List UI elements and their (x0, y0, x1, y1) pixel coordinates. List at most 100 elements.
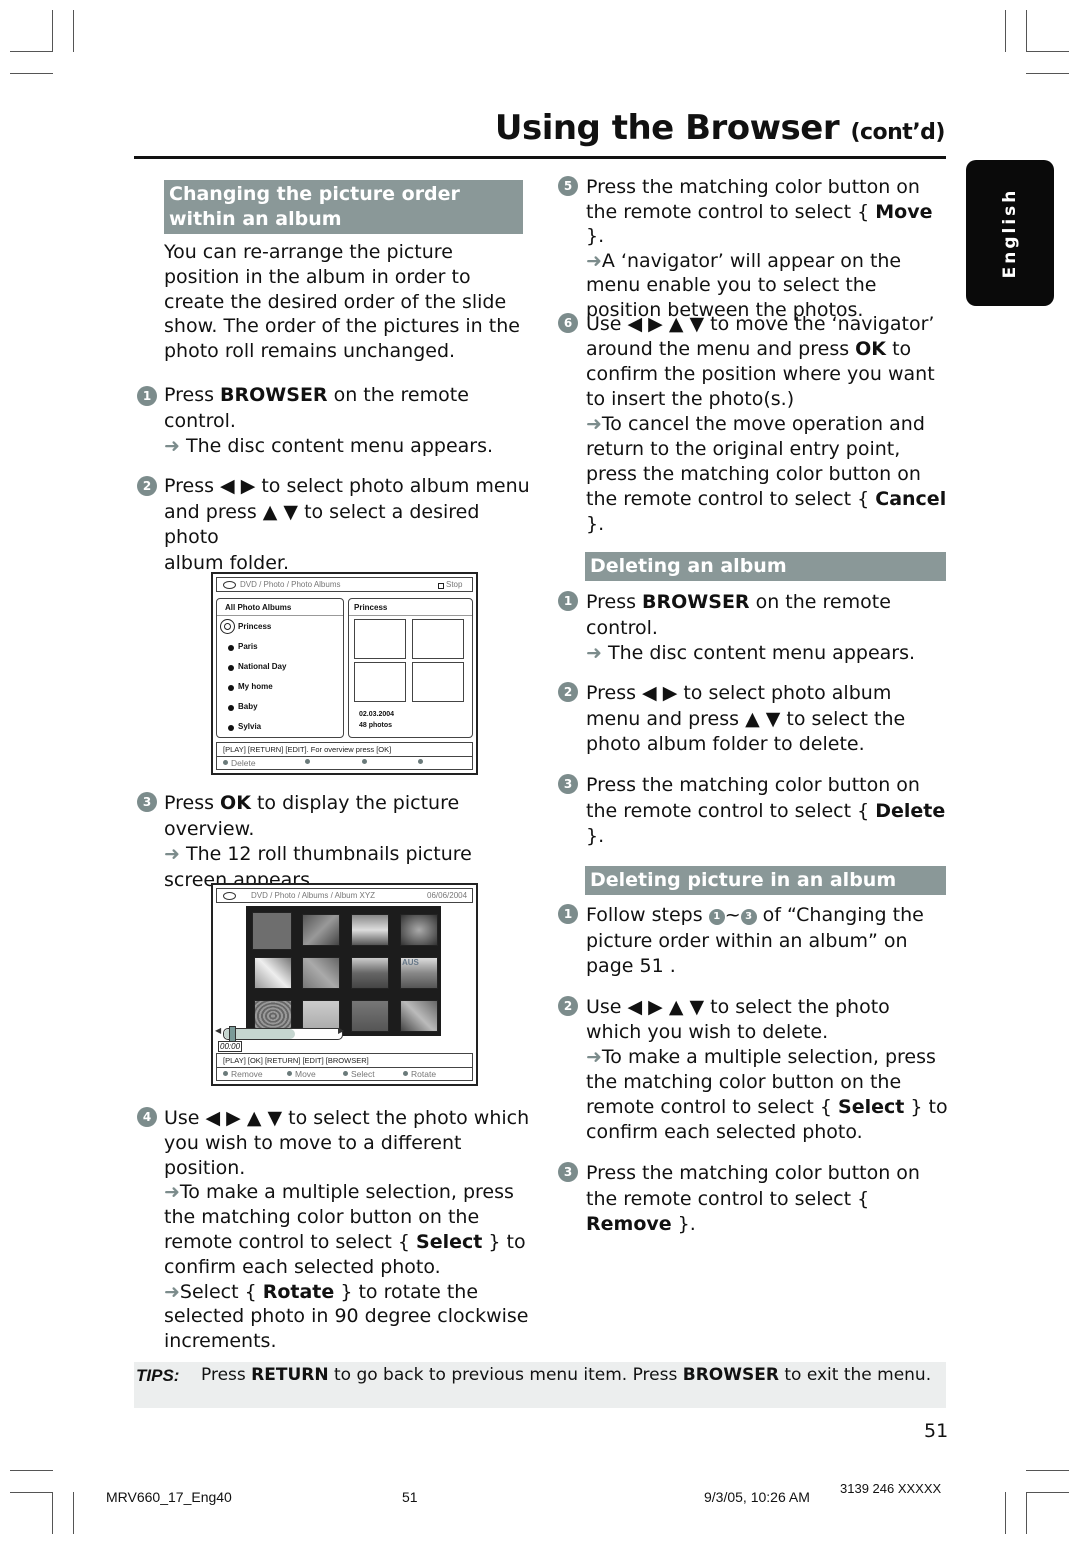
left-step-1: Press BROWSER on the remote control. ➜ T… (164, 384, 494, 457)
thumbnail-overview-screen: DVD / Photo / Albums / Album XYZ 06/06/2… (211, 883, 478, 1086)
footer-code: 3139 246 XXXXX (840, 1481, 942, 1496)
screen-footer: [PLAY] [RETURN] [EDIT]. For overview pre… (216, 742, 473, 770)
delete-picture-step-2: Use ◀ ▶ ▲ ▼ to select the photo which yo… (586, 996, 948, 1143)
step-number-badge: 1 (558, 904, 578, 924)
slider-left-arrow[interactable]: ◀ (215, 1026, 221, 1035)
photo-thumbnail[interactable] (302, 914, 340, 946)
stop-icon (438, 583, 444, 589)
title-rule (134, 156, 946, 159)
language-tab-label: English (1000, 187, 1020, 279)
arrow-icon: ➜ (586, 642, 602, 664)
select-button[interactable]: Select (343, 1069, 375, 1079)
time-readout: 00:00 (218, 1041, 243, 1052)
preview-thumbnail (354, 662, 406, 702)
footer-datetime: 9/3/05, 10:26 AM (704, 1489, 810, 1505)
album-item[interactable]: My home (238, 682, 273, 691)
photo-thumbnail[interactable] (302, 957, 340, 989)
step-number-badge: 1 (137, 386, 157, 406)
thumbnail-grid: AUS (246, 906, 441, 1036)
left-step-3: Press OK to display the picture overview… (164, 792, 472, 891)
crop-mark (73, 10, 74, 52)
right-step-6: Use ◀ ▶ ▲ ▼ to move the ‘navigator’ arou… (586, 313, 947, 535)
disc-icon (223, 581, 236, 589)
color-button[interactable] (305, 759, 310, 764)
step-number-badge: 1 (558, 591, 578, 611)
left-step-4: Use ◀ ▶ ▲ ▼ to select the photo which you… (164, 1107, 530, 1353)
step-number-badge: 2 (558, 996, 578, 1016)
footer-page: 51 (402, 1489, 418, 1505)
crop-mark (1005, 10, 1006, 52)
preview-header: Princess (354, 603, 388, 612)
crop-mark (10, 1492, 53, 1493)
color-button[interactable] (418, 759, 423, 764)
album-preview-panel: Princess 02.03.2004 48 photos (348, 598, 473, 738)
rotate-button[interactable]: Rotate (403, 1069, 436, 1079)
crop-mark (1026, 51, 1069, 52)
arrow-icon: ➜ (586, 1046, 602, 1068)
tips-text: Press RETURN to go back to previous menu… (201, 1365, 932, 1385)
screen-header-bar: DVD / Photo / Photo Albums Stop (216, 577, 473, 592)
crop-mark (10, 1470, 53, 1471)
album-item[interactable]: Sylvia (238, 722, 261, 731)
delete-album-step-1: Press BROWSER on the remote control. ➜ T… (586, 591, 916, 664)
screen-hint: [PLAY] [RETURN] [EDIT]. For overview pre… (223, 745, 392, 754)
arrow-icon: ➜ (586, 249, 602, 272)
screen-footer: [PLAY] [OK] [RETURN] [EDIT] [BROWSER] Re… (216, 1053, 473, 1081)
photo-thumbnail[interactable]: AUS (400, 957, 438, 989)
preview-thumbnail (412, 662, 464, 702)
photo-thumbnail[interactable] (254, 957, 292, 989)
delete-button[interactable]: Delete (223, 758, 256, 768)
remove-button[interactable]: Remove (223, 1069, 263, 1079)
delete-album-step-3: Press the matching color button on the r… (586, 774, 946, 847)
photo-thumbnail[interactable] (400, 1000, 438, 1032)
step-number-badge: 3 (558, 1162, 578, 1182)
album-item[interactable]: Baby (238, 702, 258, 711)
color-button[interactable] (362, 759, 367, 764)
section-heading-delete-picture: Deleting picture in an album (585, 866, 946, 895)
album-list-panel: All Photo Albums Princess Paris National… (216, 598, 344, 738)
delete-picture-step-1: Follow steps 1 ~3 of “Changing the pictur… (586, 904, 924, 977)
crop-mark (10, 51, 53, 52)
album-browser-screen: DVD / Photo / Photo Albums Stop All Phot… (211, 572, 478, 775)
photo-thumbnail[interactable] (351, 957, 389, 989)
section-heading-change-order: Changing the picture order within an alb… (164, 180, 523, 234)
tips-box: TIPS: Press RETURN to go back to previou… (134, 1362, 946, 1408)
stop-label[interactable]: Stop (446, 580, 462, 589)
step-number-badge: 2 (558, 682, 578, 702)
crop-mark (1005, 1492, 1006, 1534)
step-number-badge: 6 (558, 313, 578, 333)
step-number-badge: 4 (137, 1107, 157, 1127)
step-number-badge: 5 (558, 176, 578, 196)
crop-mark (10, 73, 53, 74)
crop-mark (1026, 1492, 1027, 1534)
album-item[interactable]: National Day (238, 662, 286, 671)
photo-thumbnail[interactable] (351, 914, 389, 946)
intro-paragraph: You can re-arrange the picture position … (164, 241, 520, 363)
arrow-icon: ➜ (586, 413, 602, 435)
page-title-suffix: (cont’d) (850, 120, 945, 145)
crop-mark (1026, 73, 1069, 74)
slider-right-arrow[interactable]: ▶ (338, 1026, 344, 1035)
photo-thumbnail[interactable] (400, 914, 438, 946)
photo-thumbnail[interactable] (351, 1000, 389, 1032)
album-item[interactable]: Paris (238, 642, 258, 651)
photo-thumbnail[interactable] (252, 912, 292, 950)
left-step-2: Press ◀ ▶ to select photo album menu and … (164, 475, 530, 574)
arrow-icon: ➜ (164, 1181, 180, 1204)
album-item[interactable]: Princess (238, 622, 271, 631)
right-step-5: Press the matching color button on the r… (586, 176, 933, 321)
slider-handle[interactable] (229, 1026, 236, 1042)
crop-mark (52, 10, 53, 52)
navigator-slider[interactable] (223, 1026, 343, 1042)
screen-date: 06/06/2004 (427, 891, 468, 900)
crop-mark (73, 1492, 74, 1534)
crop-mark (1026, 10, 1027, 52)
step-number-badge: 3 (137, 792, 157, 812)
language-tab: English (966, 160, 1054, 306)
screen-breadcrumb: DVD / Photo / Photo Albums (240, 580, 341, 589)
arrow-icon: ➜ (164, 435, 180, 457)
preview-thumbnail (412, 619, 464, 659)
delete-picture-step-3: Press the matching color button on the r… (586, 1162, 920, 1235)
page-title: Using the Browser (cont’d) (495, 108, 946, 148)
move-button[interactable]: Move (287, 1069, 316, 1079)
